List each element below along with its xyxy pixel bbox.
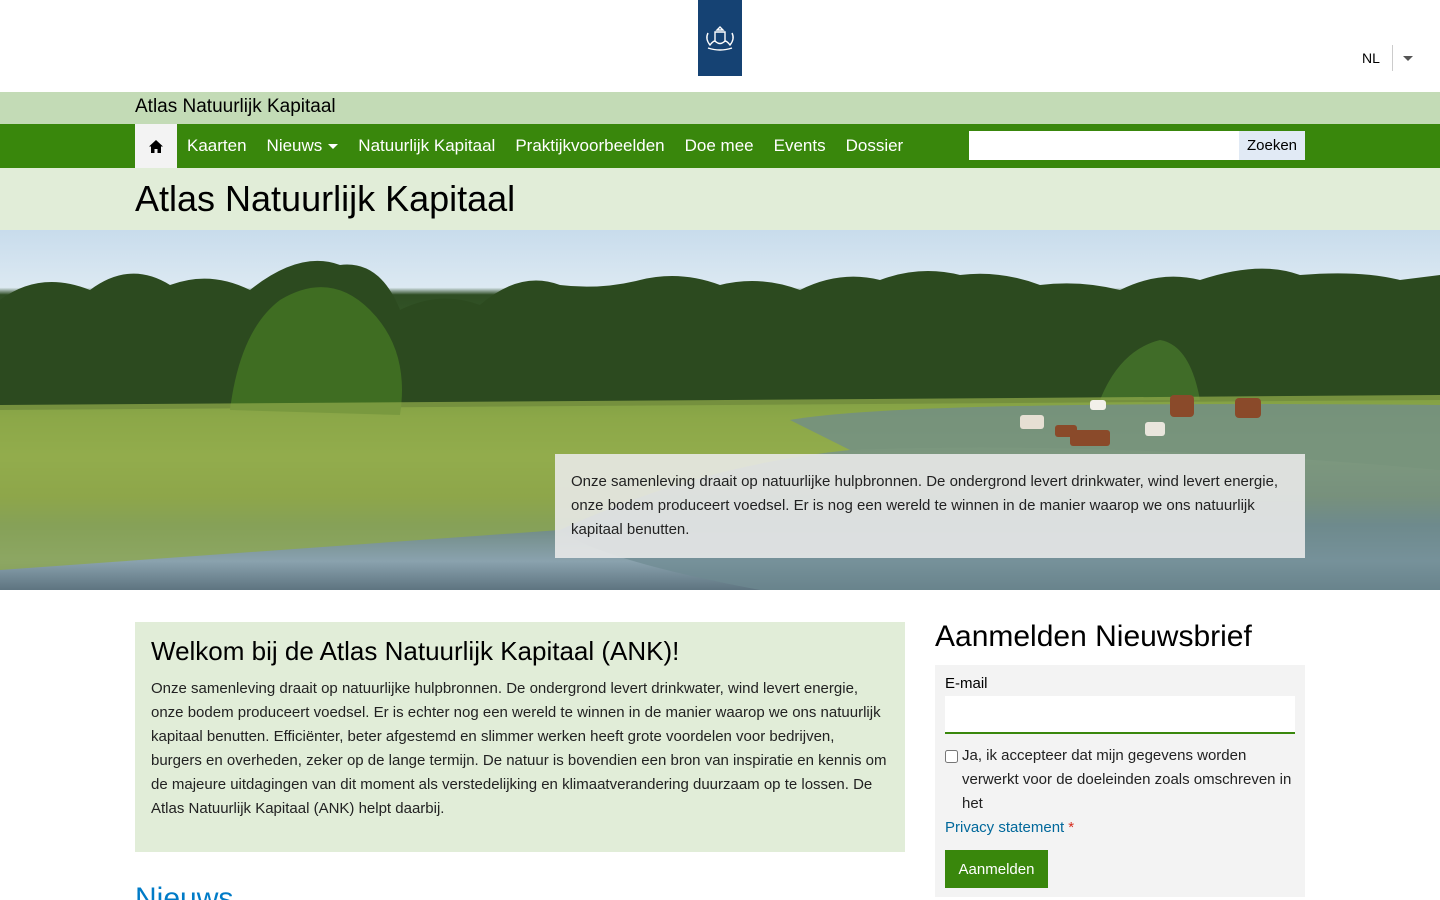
rijksoverheid-crest-icon[interactable] — [698, 0, 742, 76]
page-title-bar: Atlas Natuurlijk Kapitaal — [0, 168, 1440, 230]
site-bar: Atlas Natuurlijk Kapitaal — [0, 92, 1440, 124]
welcome-text: Onze samenleving draait op natuurlijke h… — [151, 680, 887, 817]
welcome-block: Welkom bij de Atlas Natuurlijk Kapitaal … — [135, 622, 905, 852]
language-selector[interactable]: NL — [1352, 44, 1413, 72]
hero-text-card: Onze samenleving draait op natuurlijke h… — [555, 454, 1305, 558]
page-title: Atlas Natuurlijk Kapitaal — [135, 178, 516, 219]
privacy-row: Privacy statement * — [945, 816, 1295, 840]
home-icon — [149, 139, 163, 153]
required-marker: * — [1068, 819, 1075, 836]
nav-item-nieuws[interactable]: Nieuws — [257, 124, 349, 168]
newsletter-title: Aanmelden Nieuwsbrief — [935, 620, 1252, 653]
top-bar: NL — [0, 0, 1440, 92]
consent-text: Ja, ik accepteer dat mijn gegevens worde… — [962, 747, 1292, 812]
news-heading[interactable]: Nieuws — [135, 882, 233, 900]
nav-items: Kaarten Nieuws Natuurlijk Kapitaal Prakt… — [177, 124, 913, 168]
nav-item-natuurlijk-kapitaal[interactable]: Natuurlijk Kapitaal — [348, 124, 505, 168]
chevron-down-icon — [328, 143, 339, 149]
email-field[interactable] — [945, 696, 1295, 734]
newsletter-form: E-mail Ja, ik accepteer dat mijn gegeven… — [935, 665, 1305, 897]
site-name[interactable]: Atlas Natuurlijk Kapitaal — [135, 96, 336, 118]
nav-home-button[interactable] — [135, 124, 177, 168]
search-button[interactable]: Zoeken — [1239, 131, 1305, 160]
welcome-title: Welkom bij de Atlas Natuurlijk Kapitaal … — [151, 636, 680, 666]
nav-item-events[interactable]: Events — [764, 124, 836, 168]
chevron-down-icon[interactable] — [1402, 55, 1413, 61]
nav-item-dossier[interactable]: Dossier — [836, 124, 914, 168]
consent-row: Ja, ik accepteer dat mijn gegevens worde… — [945, 744, 1295, 816]
nav-item-praktijkvoorbeelden[interactable]: Praktijkvoorbeelden — [505, 124, 674, 168]
language-code[interactable]: NL — [1352, 45, 1393, 71]
consent-checkbox[interactable] — [945, 750, 958, 763]
main-navigation: Kaarten Nieuws Natuurlijk Kapitaal Prakt… — [0, 124, 1440, 168]
email-label: E-mail — [945, 675, 988, 692]
subscribe-button[interactable]: Aanmelden — [945, 850, 1048, 888]
nav-item-kaarten[interactable]: Kaarten — [177, 124, 257, 168]
search-input[interactable] — [969, 131, 1239, 160]
hero-image: Onze samenleving draait op natuurlijke h… — [0, 230, 1440, 590]
privacy-statement-link[interactable]: Privacy statement — [945, 819, 1064, 836]
nav-item-doe-mee[interactable]: Doe mee — [675, 124, 764, 168]
